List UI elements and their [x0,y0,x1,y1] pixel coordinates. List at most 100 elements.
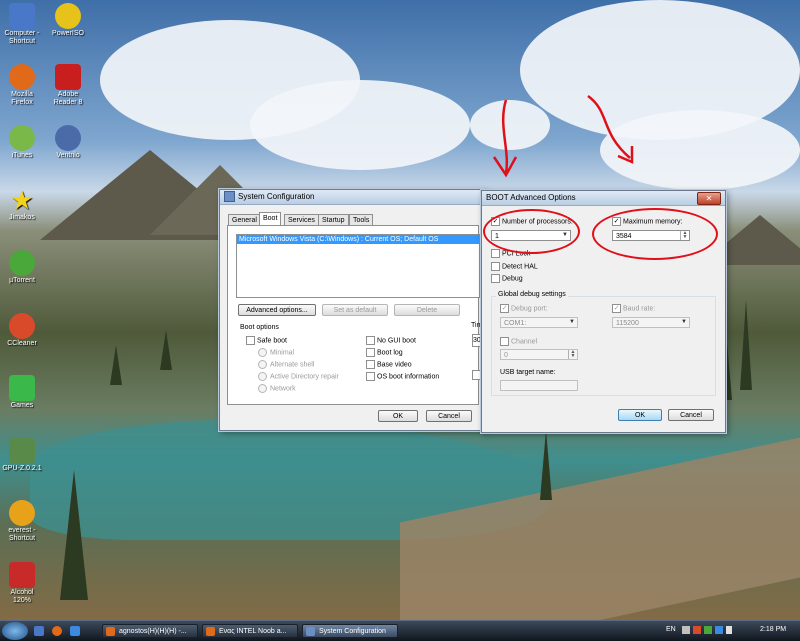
spin-arrows-icon[interactable]: ▲ ▼ [568,350,577,359]
desktop-icon-ccleaner[interactable]: CCleaner [2,313,42,348]
minimal-radio[interactable]: Minimal [258,348,294,357]
clock[interactable]: 2:18 PM [760,626,786,633]
radio-icon [258,384,267,393]
taskbar-item-firefox[interactable]: agnostos(H)(H)(H) -... [102,624,198,638]
taskbar-item-system-configuration[interactable]: System Configuration [302,624,398,638]
desktop-icon-itunes[interactable]: iTunes [2,125,42,160]
global-debug-settings-label: Global debug settings [496,291,568,298]
boot-log-checkbox[interactable]: Boot log [366,348,403,357]
ok-button[interactable]: OK [618,409,662,421]
desktop-icon-alcohol[interactable]: Alcohol 120% [2,562,42,605]
checkbox-icon [366,372,375,381]
os-boot-info-checkbox[interactable]: OS boot information [366,372,439,381]
checkbox-icon [491,262,500,271]
system-tray [682,626,732,636]
tray-icon[interactable] [704,626,712,634]
tray-icon[interactable] [693,626,701,634]
checkbox-icon [612,304,621,313]
chevron-down-icon: ▼ [569,319,575,325]
detect-hal-checkbox[interactable]: Detect HAL [491,262,538,271]
start-orb-icon[interactable] [2,622,28,640]
annotation-circle-processors [483,209,580,254]
system-config-icon [306,627,315,636]
alcohol-icon [9,562,35,588]
desktop-icon-gpuz[interactable]: GPU-Z.0.2.1 [2,438,42,473]
info-icon [9,500,35,526]
desktop-icon-ventrilo[interactable]: Ventrilo [48,125,88,160]
games-icon [9,375,35,401]
desktop-icon-utorrent[interactable]: µTorrent [2,250,42,285]
checkbox-icon [491,274,500,283]
checkbox-icon [500,337,509,346]
os-list[interactable]: Microsoft Windows Vista (C:\Windows) : C… [236,234,480,298]
base-video-checkbox[interactable]: Base video [366,360,412,369]
annotation-arrow-right [587,94,634,164]
computer-icon [9,3,35,29]
ad-repair-radio[interactable]: Active Directory repair [258,372,339,381]
system-config-icon [224,191,235,203]
usb-target-name-label: USB target name: [500,369,556,376]
desktop-icon-adobe-reader[interactable]: Adobe Reader 8 [48,64,88,107]
debug-checkbox[interactable]: Debug [491,274,523,283]
os-list-item[interactable]: Microsoft Windows Vista (C:\Windows) : C… [237,235,479,244]
taskbar: agnostos(H)(H)(H) -... Ενας INTEL Noob a… [0,620,800,641]
window-titlebar[interactable]: System Configuration [220,190,484,205]
desktop-icon-everest[interactable]: everest - Shortcut [2,500,42,543]
safe-boot-checkbox[interactable]: Safe boot [246,336,287,345]
checkbox-icon [491,249,500,258]
utorrent-icon [9,250,35,276]
tree [60,470,88,600]
network-icon[interactable] [715,626,723,634]
firefox-icon [9,64,35,90]
baud-rate-checkbox[interactable]: Baud rate: [612,304,655,313]
firefox-icon[interactable] [52,626,62,636]
usb-target-name-input[interactable] [500,380,578,391]
desktop-icon-computer[interactable]: Computer - Shortcut [2,3,42,46]
close-icon[interactable]: ✕ [697,192,721,205]
language-indicator[interactable]: EN [666,626,676,633]
desktop-icon-jimakos[interactable]: ★ Jimakos [2,187,42,222]
ok-button[interactable]: OK [378,410,418,422]
tree [540,430,552,500]
tray-icon[interactable] [682,626,690,634]
dialog-titlebar[interactable]: BOOT Advanced Options ✕ [482,191,725,206]
disc-icon [55,3,81,29]
set-as-default-button[interactable]: Set as default [322,304,388,316]
debug-port-checkbox[interactable]: Debug port: [500,304,548,313]
cancel-button[interactable]: Cancel [668,409,714,421]
desktop-icon-poweriso[interactable]: PowerISO [48,3,88,38]
annotation-circle-memory [592,208,718,260]
no-gui-boot-checkbox[interactable]: No GUI boot [366,336,416,345]
debug-port-select[interactable]: COM1: ▼ [500,317,578,328]
tab-boot[interactable]: Boot [259,212,282,226]
radio-icon [258,372,267,381]
channel-checkbox[interactable]: Channel [500,337,537,346]
ccleaner-icon [9,313,35,339]
gpu-icon [9,438,35,464]
network-radio[interactable]: Network [258,384,296,393]
tree [160,330,172,370]
desktop-icon-games[interactable]: Games [2,375,42,410]
firefox-icon [106,627,115,636]
alternate-shell-radio[interactable]: Alternate shell [258,360,314,369]
radio-icon [258,360,267,369]
tree [740,300,752,390]
show-desktop-icon[interactable] [34,626,44,636]
delete-button[interactable]: Delete [394,304,460,316]
cancel-button[interactable]: Cancel [426,410,472,422]
taskbar-item-browser[interactable]: Ενας INTEL Noob a... [202,624,298,638]
ie-icon[interactable] [70,626,80,636]
cloud [250,80,470,170]
baud-rate-select[interactable]: 115200 ▼ [612,317,690,328]
checkbox-icon [366,360,375,369]
channel-input[interactable]: 0 ▲ ▼ [500,349,578,360]
checkbox-icon [500,304,509,313]
firefox-icon [206,627,215,636]
advanced-options-button[interactable]: Advanced options... [238,304,316,316]
checkbox-icon [366,336,375,345]
desktop-icon-firefox[interactable]: Mozilla Firefox [2,64,42,107]
volume-icon[interactable] [726,626,732,634]
pdf-icon [55,64,81,90]
music-icon [9,125,35,151]
boot-tab-panel: Microsoft Windows Vista (C:\Windows) : C… [227,225,482,405]
